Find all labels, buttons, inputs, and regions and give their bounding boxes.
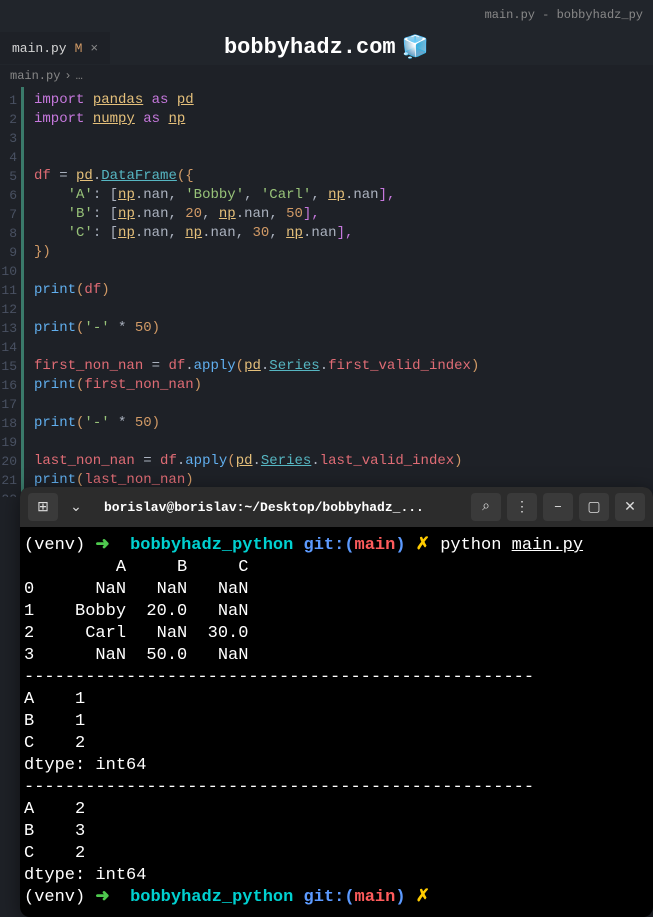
breadcrumb-more: … [76, 69, 83, 83]
search-icon: ⌕ [482, 499, 490, 515]
new-tab-button[interactable]: ⊞ [28, 493, 58, 521]
chevron-down-icon: ⌄ [70, 499, 82, 516]
terminal-title: borislav@borislav:~/Desktop/bobbyhadz_..… [94, 500, 465, 515]
tab-mainpy[interactable]: main.py M × [0, 32, 110, 64]
banner-text: bobbyhadz.com [224, 35, 396, 60]
menu-button[interactable]: ⋮ [507, 493, 537, 521]
menu-icon: ⋮ [515, 499, 529, 516]
close-icon: ✕ [624, 499, 636, 516]
line-gutter: 12345678910111213141516171819202122 [0, 87, 24, 497]
window-title: main.py - bobbyhadz_py [485, 8, 643, 22]
terminal-window: ⊞ ⌄ borislav@borislav:~/Desktop/bobbyhad… [20, 487, 653, 917]
window-title-bar: main.py - bobbyhadz_py [0, 0, 653, 30]
banner: bobbyhadz.com 🧊 [224, 35, 429, 61]
search-button[interactable]: ⌕ [471, 493, 501, 521]
breadcrumb-file: main.py [10, 69, 60, 83]
maximize-icon: ▢ [587, 499, 600, 516]
terminal-titlebar: ⊞ ⌄ borislav@borislav:~/Desktop/bobbyhad… [20, 487, 653, 527]
new-tab-icon: ⊞ [37, 499, 49, 516]
tab-filename: main.py [12, 41, 67, 56]
code-content[interactable]: import pandas as pd import numpy as np d… [24, 87, 653, 497]
terminal-body[interactable]: (venv) ➜ bobbyhadz_python git:(main) ✗ p… [20, 527, 653, 917]
cube-icon: 🧊 [402, 35, 429, 61]
tab-modified-indicator: M [75, 41, 83, 56]
maximize-button[interactable]: ▢ [579, 493, 609, 521]
close-icon[interactable]: × [90, 41, 98, 56]
chevron-right-icon: › [64, 69, 71, 83]
profile-dropdown[interactable]: ⌄ [64, 499, 88, 516]
minimize-icon: – [554, 499, 562, 515]
tab-bar: main.py M × bobbyhadz.com 🧊 [0, 30, 653, 65]
close-button[interactable]: ✕ [615, 493, 645, 521]
minimize-button[interactable]: – [543, 493, 573, 521]
breadcrumb[interactable]: main.py › … [0, 65, 653, 87]
code-editor[interactable]: 12345678910111213141516171819202122 impo… [0, 87, 653, 497]
